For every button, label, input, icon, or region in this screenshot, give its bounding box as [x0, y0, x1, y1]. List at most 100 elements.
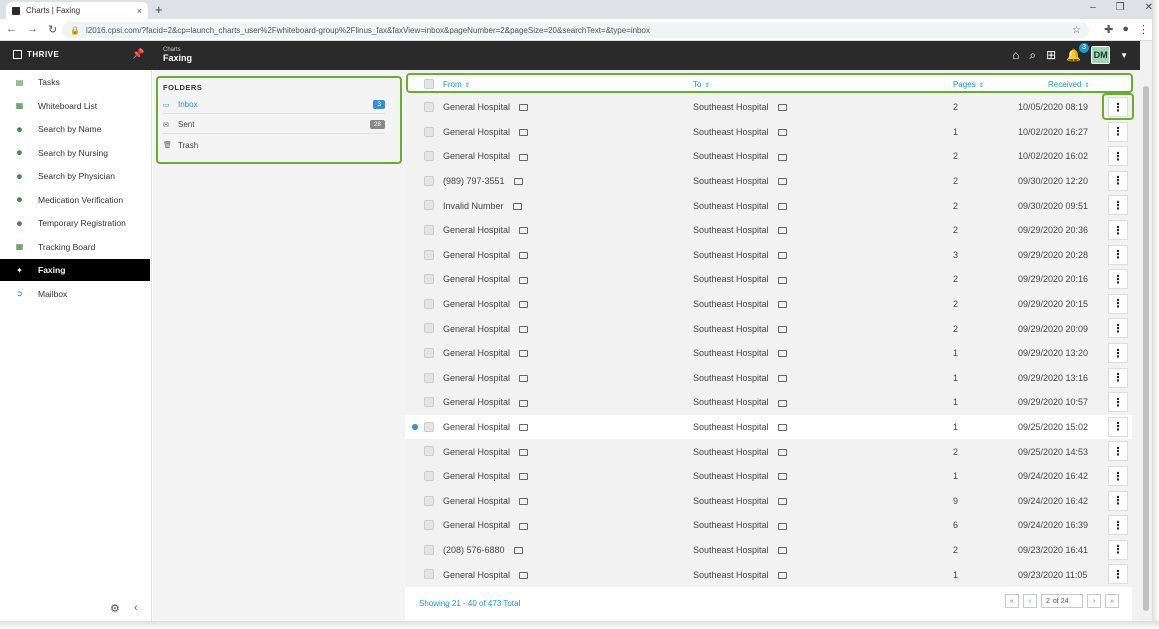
- row-checkbox[interactable]: [424, 348, 434, 358]
- table-row[interactable]: General Hospital Southeast Hospital 2 09/29…: [405, 292, 1132, 317]
- folder-inbox[interactable]: ▭ Inbox 3: [163, 96, 385, 114]
- row-checkbox[interactable]: [424, 544, 434, 555]
- sidebar-item-faxing[interactable]: ✦ Faxing: [0, 259, 150, 281]
- row-actions-menu-icon[interactable]: ⋮: [1108, 170, 1128, 191]
- row-actions-menu-icon[interactable]: ⋮: [1108, 490, 1128, 511]
- table-row[interactable]: General Hospital Southeast Hospital 2 10/05…: [405, 95, 1132, 120]
- contact-card-icon[interactable]: [777, 448, 787, 456]
- row-checkbox[interactable]: [424, 569, 434, 580]
- row-actions-menu-icon[interactable]: ⋮: [1108, 343, 1128, 363]
- table-row[interactable]: General Hospital Southeast Hospital 1 09/29…: [405, 390, 1132, 415]
- address-bar[interactable]: 🔒 l2016.cpsi.com/?facid=2&cp=launch_char…: [62, 22, 1089, 38]
- page-number-input[interactable]: 2 of 24: [1041, 594, 1083, 608]
- row-checkbox[interactable]: [424, 421, 434, 432]
- search-icon[interactable]: ⌕: [1029, 48, 1036, 63]
- contact-card-icon[interactable]: [519, 522, 529, 530]
- sidebar-item-search-by-name[interactable]: ☻ Search by Name: [0, 118, 150, 140]
- table-row[interactable]: General Hospital Southeast Hospital 9 09/24…: [405, 489, 1132, 514]
- row-actions-menu-icon[interactable]: ⋮: [1108, 367, 1128, 388]
- row-actions-menu-icon[interactable]: ⋮: [1108, 97, 1128, 117]
- back-icon[interactable]: ←: [6, 23, 17, 36]
- sidebar-item-temporary-registration[interactable]: ☻ Temporary Registration: [0, 212, 150, 234]
- sidebar-item-mailbox[interactable]: ➲ Mailbox: [0, 283, 150, 305]
- row-actions-menu-icon[interactable]: ⋮: [1108, 195, 1128, 216]
- contact-card-icon[interactable]: [777, 350, 787, 358]
- table-row[interactable]: General Hospital Southeast Hospital 2 09/29…: [405, 316, 1132, 341]
- contact-card-icon[interactable]: [777, 227, 787, 235]
- row-checkbox[interactable]: [424, 323, 434, 334]
- contact-card-icon[interactable]: [777, 547, 787, 555]
- row-actions-menu-icon[interactable]: ⋮: [1108, 121, 1128, 142]
- sidebar-item-search-by-physician[interactable]: ☻ Search by Physician: [0, 165, 150, 187]
- scrollbar-thumb[interactable]: [1143, 86, 1149, 611]
- close-tab-icon[interactable]: ×: [137, 6, 142, 16]
- row-actions-menu-icon[interactable]: ⋮: [1108, 539, 1128, 560]
- browser-tab[interactable]: Charts | Faxing ×: [6, 2, 148, 19]
- row-checkbox[interactable]: [424, 520, 434, 531]
- contact-card-icon[interactable]: [777, 153, 787, 161]
- row-actions-menu-icon[interactable]: ⋮: [1108, 146, 1128, 167]
- table-row[interactable]: General Hospital Southeast Hospital 2 10/02…: [405, 144, 1132, 169]
- contact-card-icon[interactable]: [777, 375, 787, 383]
- first-page-button[interactable]: «: [1005, 594, 1019, 608]
- row-checkbox[interactable]: [424, 446, 434, 457]
- contact-card-icon[interactable]: [777, 276, 787, 284]
- contact-card-icon[interactable]: [519, 448, 529, 456]
- contact-card-icon[interactable]: [519, 153, 529, 161]
- notifications-bell-icon[interactable]: 🔔 3: [1066, 43, 1090, 62]
- home-icon[interactable]: ⌂: [1012, 48, 1019, 62]
- contact-card-icon[interactable]: [777, 301, 787, 309]
- last-page-button[interactable]: »: [1105, 594, 1119, 608]
- table-row[interactable]: General Hospital Southeast Hospital 1 09/24…: [405, 464, 1132, 489]
- row-checkbox[interactable]: [424, 372, 434, 383]
- contact-card-icon[interactable]: [777, 522, 787, 530]
- forward-icon[interactable]: →: [27, 23, 38, 36]
- column-header-pages[interactable]: Pages ⇕: [953, 80, 984, 89]
- column-header-to[interactable]: To ⇕: [693, 80, 709, 89]
- table-row[interactable]: Invalid Number Southeast Hospital 2 09/30/2…: [405, 193, 1132, 218]
- contact-card-icon[interactable]: [519, 301, 529, 309]
- gear-icon[interactable]: ⚙: [110, 602, 120, 615]
- select-all-checkbox[interactable]: [424, 79, 434, 89]
- contact-card-icon[interactable]: [519, 104, 529, 112]
- row-checkbox[interactable]: [424, 225, 434, 235]
- contact-card-icon[interactable]: [777, 424, 787, 432]
- contact-card-icon[interactable]: [513, 178, 523, 186]
- row-checkbox[interactable]: [424, 200, 434, 211]
- brand-logo[interactable]: THRIVE: [13, 50, 59, 59]
- row-actions-menu-icon[interactable]: ⋮: [1108, 392, 1128, 413]
- contact-card-icon[interactable]: [519, 424, 529, 432]
- table-row[interactable]: General Hospital Southeast Hospital 3 09/29…: [405, 243, 1132, 268]
- row-checkbox[interactable]: [424, 298, 434, 309]
- row-actions-menu-icon[interactable]: ⋮: [1108, 466, 1128, 486]
- sidebar-item-tasks[interactable]: ▤ Tasks: [0, 71, 150, 93]
- contact-card-icon[interactable]: [777, 325, 787, 333]
- sidebar-item-search-by-nursing[interactable]: ☻ Search by Nursing: [0, 142, 150, 164]
- collapse-sidebar-icon[interactable]: ‹: [134, 602, 138, 615]
- chrome-menu-icon[interactable]: ⋮: [1138, 23, 1149, 36]
- contact-card-icon[interactable]: [777, 129, 787, 137]
- row-actions-menu-icon[interactable]: ⋮: [1108, 220, 1128, 240]
- row-checkbox[interactable]: [424, 249, 434, 260]
- column-header-received[interactable]: Received ⇕: [1048, 80, 1089, 89]
- table-row[interactable]: General Hospital Southeast Hospital 1 10/02…: [405, 120, 1132, 145]
- contact-card-icon[interactable]: [519, 227, 529, 235]
- row-actions-menu-icon[interactable]: ⋮: [1108, 269, 1128, 290]
- row-checkbox[interactable]: [424, 274, 434, 285]
- sidebar-item-whiteboard-list[interactable]: ▦ Whiteboard List: [0, 95, 150, 117]
- contact-card-icon[interactable]: [777, 252, 787, 260]
- row-actions-menu-icon[interactable]: ⋮: [1108, 515, 1128, 536]
- extensions-icon[interactable]: ✚: [1104, 23, 1113, 36]
- row-actions-menu-icon[interactable]: ⋮: [1108, 441, 1128, 462]
- row-checkbox[interactable]: [424, 102, 434, 112]
- row-checkbox[interactable]: [424, 495, 434, 506]
- contact-card-icon[interactable]: [519, 350, 529, 358]
- minimize-icon[interactable]: –: [1090, 2, 1096, 13]
- chevron-down-icon[interactable]: ▼: [1120, 51, 1128, 60]
- prev-page-button[interactable]: ‹: [1023, 594, 1037, 608]
- row-checkbox[interactable]: [424, 126, 434, 137]
- contact-card-icon[interactable]: [513, 547, 523, 555]
- row-actions-menu-icon[interactable]: ⋮: [1108, 293, 1128, 314]
- contact-card-icon[interactable]: [519, 498, 529, 506]
- restore-icon[interactable]: ❐: [1116, 2, 1125, 13]
